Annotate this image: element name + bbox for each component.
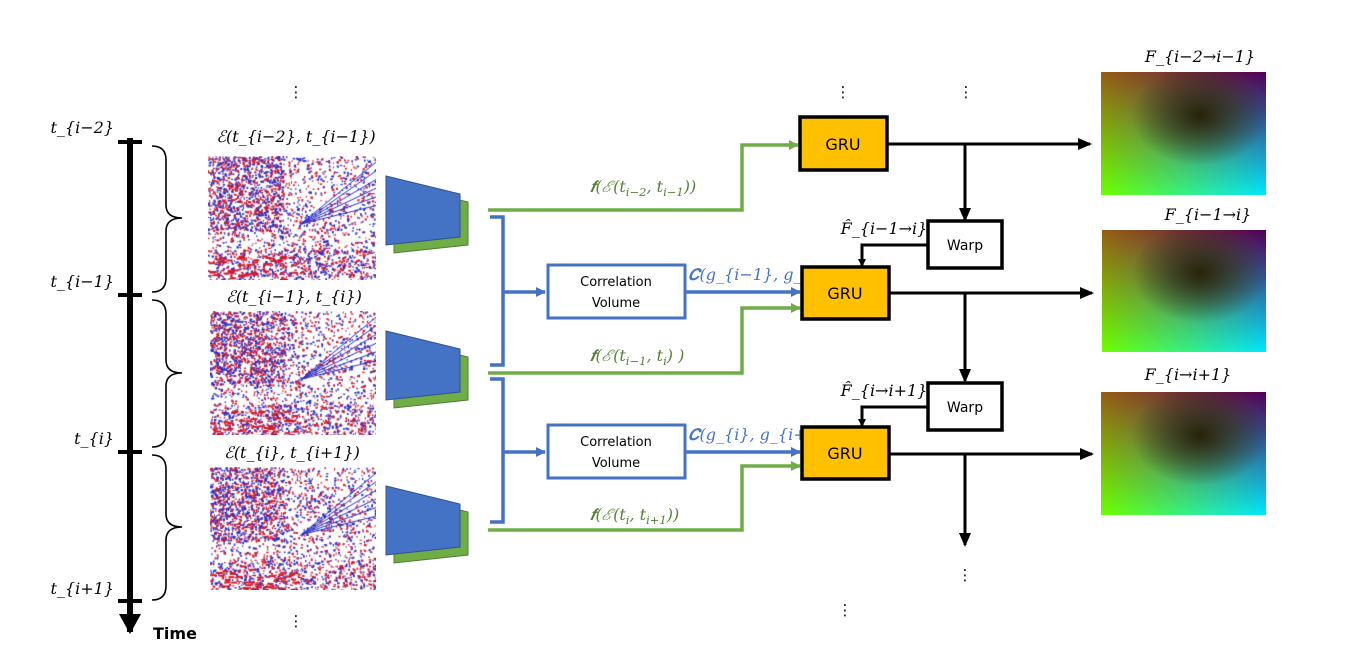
flow-label: F_{i−1→i}	[1164, 205, 1252, 224]
warp-to-gru-arrow	[858, 243, 928, 267]
tick-label: t_{i−2}	[51, 118, 115, 137]
encoder	[385, 485, 469, 564]
event-frame-label: ℰ(t_{i−1}, t_{i})	[226, 287, 362, 306]
correlation-volume: Correlation Volume	[546, 263, 687, 320]
ellipsis: ⋮	[289, 83, 304, 101]
brace	[151, 454, 183, 601]
warp-label: Warp	[947, 400, 983, 416]
warp-label: Warp	[947, 238, 983, 254]
gru-label: GRU	[827, 284, 862, 303]
event-frame-label: ℰ(t_{i}, t_{i+1})	[224, 443, 360, 462]
warp-block: Warp	[926, 219, 1004, 270]
flow-image	[1101, 392, 1266, 515]
ellipsis: ⋮	[958, 566, 973, 584]
box-label: Correlation	[580, 275, 652, 290]
brace	[151, 145, 183, 293]
warp-block: Warp	[926, 381, 1004, 432]
flow-label: F_{i−2→i−1}	[1144, 47, 1255, 66]
encoder	[385, 175, 469, 254]
braces	[151, 145, 183, 601]
box-label: Volume	[592, 296, 640, 311]
pair-bracket	[490, 215, 505, 367]
gru-block: GRU	[800, 265, 891, 321]
warped-flow-label: F̂_{i→i+1}	[840, 381, 928, 400]
tick-label: t_{i−1}	[51, 272, 115, 291]
encoder	[385, 330, 469, 409]
tick-label: t_{i+1}	[51, 579, 115, 598]
feature-label: 𝒇(ℰ(ti−1​, ti​) )	[590, 346, 684, 368]
gru-block: GRU	[800, 425, 891, 481]
tick-label: t_{i}	[74, 429, 114, 448]
event-frame-image	[210, 311, 376, 435]
pair-bracket	[490, 377, 505, 524]
gru-label: GRU	[827, 444, 862, 463]
warped-flow-label: F̂_{i−1→i}	[840, 219, 928, 238]
time-label: Time	[153, 624, 197, 643]
ellipsis: ⋮	[838, 601, 853, 619]
event-frame-image	[208, 156, 376, 280]
feature-label: 𝒇(ℰ(ti−2​, ti−1​))	[590, 177, 696, 199]
flow-label: F_{i→i+1}	[1144, 365, 1232, 384]
flow-image	[1101, 72, 1266, 195]
brace	[151, 299, 183, 448]
gru-block: GRU	[798, 115, 889, 172]
ellipsis: ⋮	[959, 83, 974, 101]
gru-label: GRU	[825, 135, 860, 154]
ellipsis: ⋮	[836, 83, 851, 101]
flow-image	[1102, 230, 1266, 352]
correlation-volume: Correlation Volume	[546, 423, 687, 480]
event-frame-image	[210, 467, 376, 590]
box-label: Volume	[592, 456, 640, 471]
time-arrowhead	[119, 614, 141, 634]
ellipsis: ⋮	[289, 612, 304, 630]
time-axis: t_{i−2} t_{i−1} t_{i} t_{i+1} Time	[51, 118, 198, 643]
feature-connector	[488, 140, 799, 212]
box-label: Correlation	[580, 435, 652, 450]
event-frame-label: ℰ(t_{i−2}, t_{i−1})	[216, 127, 375, 146]
feature-label: 𝒇(ℰ(ti​, ti+1​))	[590, 505, 679, 527]
diagram: t_{i−2} t_{i−1} t_{i} t_{i+1} Time ⋮ ⋮ ⋮…	[0, 0, 1362, 652]
warp-to-gru-arrow	[858, 405, 928, 427]
